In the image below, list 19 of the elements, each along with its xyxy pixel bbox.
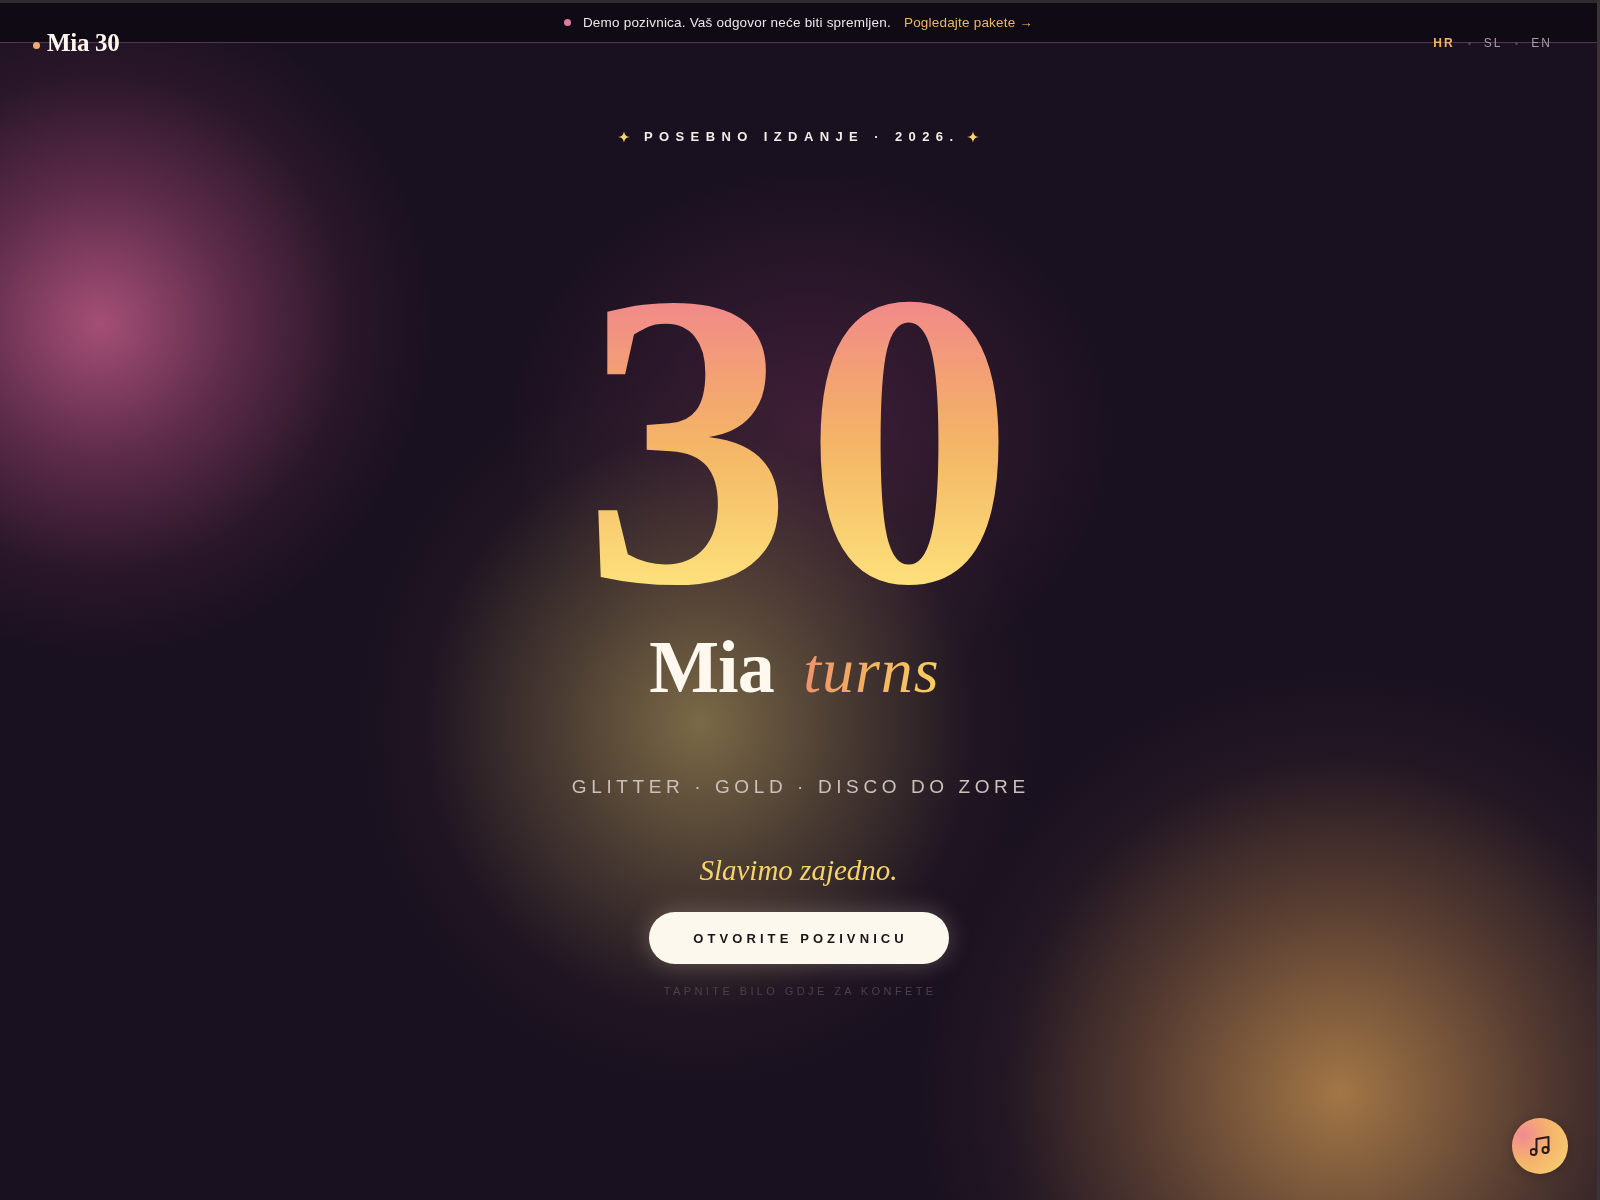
open-invitation-button[interactable]: OTVORITE POZIVNICU xyxy=(648,912,949,964)
sparkle-icon xyxy=(617,131,630,143)
banner-text: Demo pozivnica. Vaš odgovor neće biti spremljen. xyxy=(582,15,891,30)
tagline-text: GLITTER · GOLD · DISCO DO ZORE xyxy=(571,775,1030,799)
motto-text: Slavimo zajedno. xyxy=(699,853,898,887)
packages-link[interactable]: Pogledajte pakete → xyxy=(903,15,1034,30)
music-note-icon xyxy=(1530,1136,1550,1156)
edition-label: POSEBNO IZDANJE · 2026. xyxy=(643,128,960,146)
logo-text[interactable]: Mia 30 xyxy=(47,29,120,57)
sparkle-icon xyxy=(967,131,980,143)
language-tab[interactable]: EN xyxy=(1531,36,1552,50)
hero-heading: Mia turns xyxy=(649,627,948,711)
music-button[interactable] xyxy=(1512,1118,1568,1174)
logo-dot-icon xyxy=(33,41,40,49)
separator-dot-icon xyxy=(1467,41,1471,45)
language-tab[interactable]: HR xyxy=(1433,36,1455,50)
separator-dot-icon xyxy=(1515,41,1519,45)
language-tab[interactable]: SL xyxy=(1483,36,1503,50)
status-dot-icon xyxy=(563,19,571,26)
